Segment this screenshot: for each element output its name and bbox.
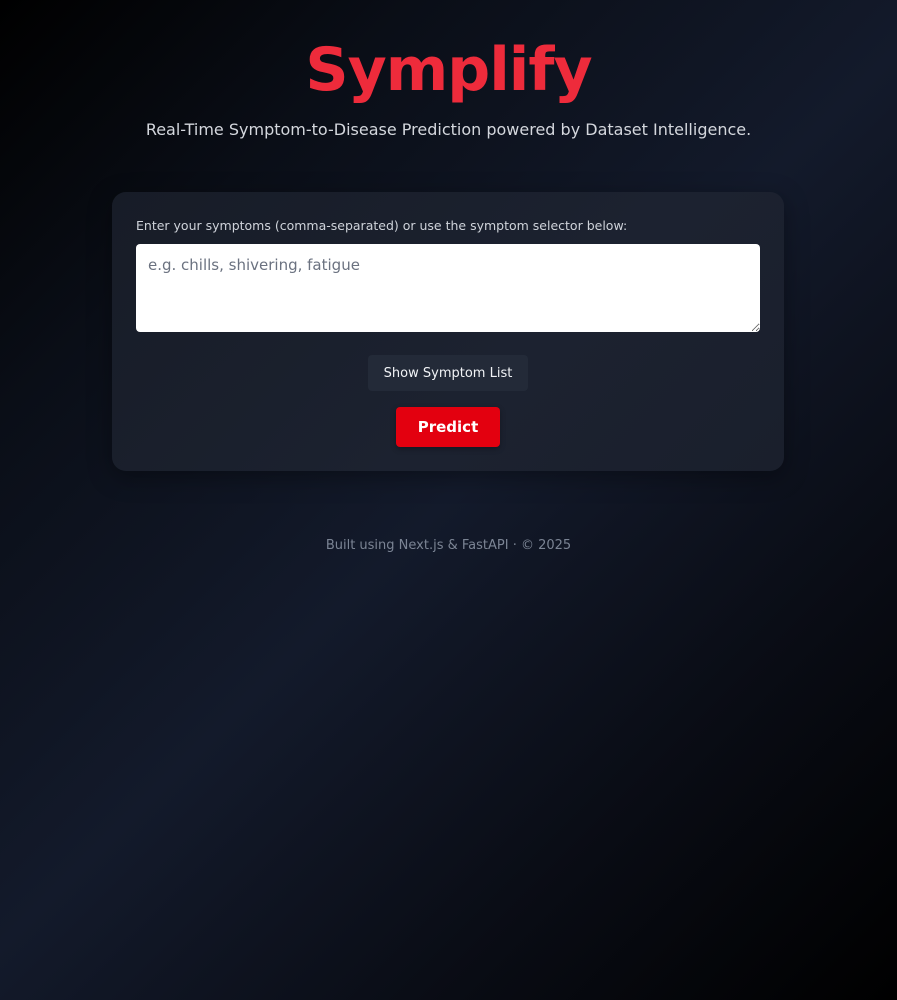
predict-button[interactable]: Predict — [396, 407, 500, 447]
symptom-input[interactable] — [136, 244, 760, 332]
symptom-form-card: Enter your symptoms (comma-separated) or… — [112, 192, 784, 471]
symptom-input-label: Enter your symptoms (comma-separated) or… — [136, 218, 628, 233]
app-title: Symplify — [305, 35, 592, 105]
show-symptom-list-button[interactable]: Show Symptom List — [368, 355, 528, 391]
page: Symplify Real-Time Symptom-to-Disease Pr… — [0, 0, 897, 1000]
app-subtitle: Real-Time Symptom-to-Disease Prediction … — [145, 120, 752, 139]
footer-text: Built using Next.js & FastAPI · © 2025 — [325, 538, 572, 553]
